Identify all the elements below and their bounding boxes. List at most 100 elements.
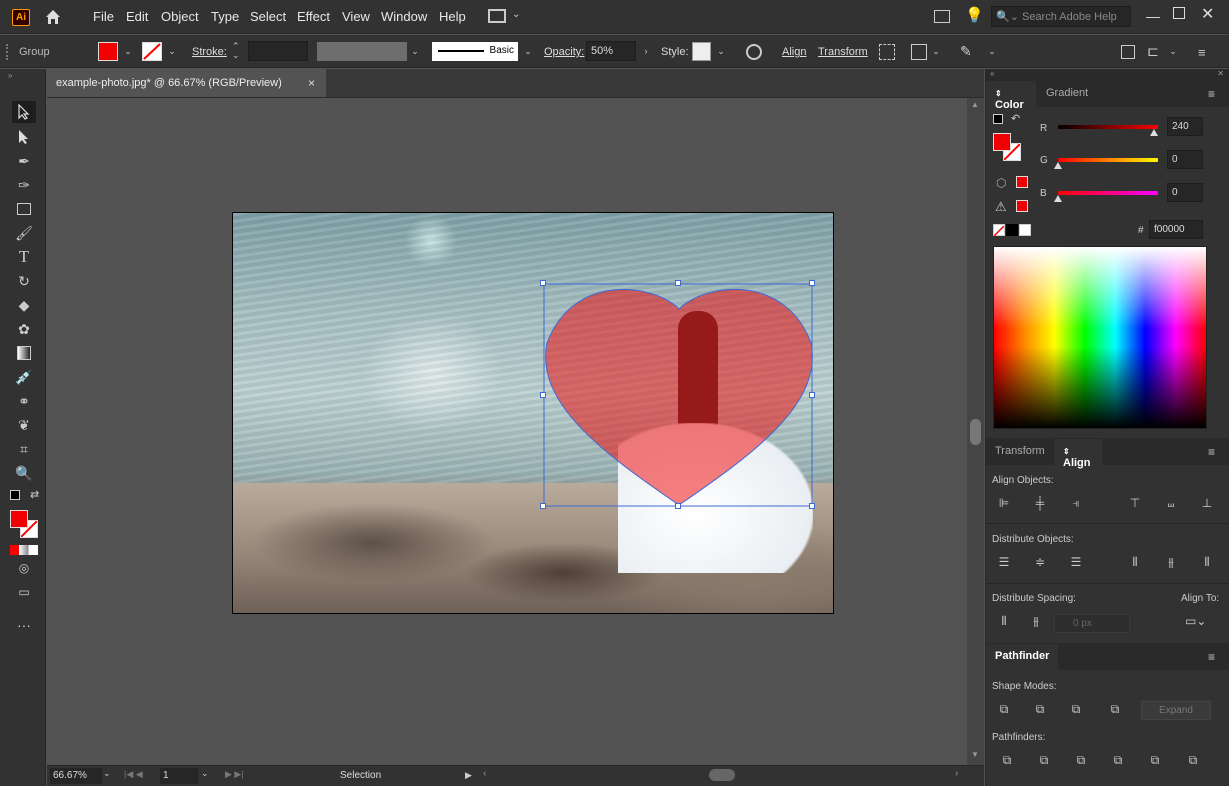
opacity-field[interactable]: 50% (586, 41, 636, 61)
help-search-field[interactable]: 🔍⌄ Search Adobe Help (991, 6, 1131, 27)
divide-icon[interactable]: ⧉ (998, 753, 1016, 771)
bbox-handle[interactable] (540, 392, 546, 398)
swap-fill-stroke-icon[interactable]: ↶ (1011, 112, 1020, 125)
fill-color-icon[interactable] (10, 510, 28, 528)
gradient-tool-icon[interactable] (12, 342, 36, 364)
bbox-handle[interactable] (809, 503, 815, 509)
artboard-number-field[interactable]: 1 (160, 768, 198, 784)
fill-swatch[interactable] (98, 42, 118, 61)
bbox-handle[interactable] (675, 280, 681, 286)
menu-help[interactable]: Help (439, 9, 466, 24)
selection-tool-icon[interactable] (12, 101, 36, 123)
tab-align[interactable]: ⇕ Align (1054, 439, 1102, 469)
black-swatch[interactable] (1006, 224, 1018, 236)
lightbulb-icon[interactable]: 💡 (965, 6, 984, 24)
none-color-swatch[interactable] (993, 224, 1005, 237)
close-button[interactable]: ✕ (1201, 4, 1214, 24)
isolate-icon[interactable] (879, 44, 895, 60)
minus-front-icon[interactable]: ⧉ (1031, 702, 1049, 720)
color-spectrum[interactable] (993, 246, 1207, 429)
r-slider[interactable] (1058, 125, 1158, 129)
status-menu-icon[interactable]: ▶ (465, 770, 472, 781)
exclude-icon[interactable]: ⧉ (1106, 702, 1124, 720)
vertical-scrollbar[interactable]: ▲ ▼ (967, 98, 984, 765)
artboard-photo[interactable] (232, 212, 834, 614)
rectangle-tool-icon[interactable] (12, 198, 36, 220)
chevron-down-icon[interactable]: ⌄ (512, 9, 520, 20)
more-tools-icon[interactable]: ··· (12, 614, 36, 636)
fill-dropdown[interactable]: ⌄ (121, 41, 135, 61)
menu-object[interactable]: Object (161, 9, 199, 24)
transform-each-icon[interactable] (911, 44, 927, 60)
intersect-icon[interactable]: ⧉ (1067, 702, 1085, 720)
pen-tool-icon[interactable]: ✒ (12, 150, 36, 172)
tab-color[interactable]: ⇕ Color (986, 81, 1036, 111)
distribute-horizontal-space-icon[interactable]: ⫵ (1027, 614, 1045, 632)
recolor-icon[interactable] (746, 44, 762, 60)
menu-effect[interactable]: Effect (297, 9, 330, 24)
align-left-icon[interactable]: ⊫ (995, 496, 1013, 514)
style-dropdown[interactable]: ⌄ (714, 41, 728, 61)
minus-back-icon[interactable]: ⧉ (1184, 753, 1202, 771)
menu-select[interactable]: Select (250, 9, 286, 24)
gamut-swatch[interactable] (1016, 200, 1028, 212)
arrange-dropdown[interactable]: ⌄ (1166, 41, 1180, 61)
next-artboard-icon[interactable]: ▶ ▶| (225, 769, 244, 780)
align-vertical-center-icon[interactable]: ⧢ (1162, 496, 1180, 514)
eyedropper-tool-icon[interactable]: 💉 (12, 366, 36, 388)
collapse-toolbar-icon[interactable]: » (8, 71, 12, 80)
expand-button[interactable]: Expand (1141, 701, 1211, 720)
puppet-warp-icon[interactable]: ✎ (960, 43, 972, 60)
brush-field[interactable]: Basic (432, 42, 518, 61)
align-panel-menu-icon[interactable]: ≡ (1208, 445, 1215, 459)
transform-dropdown[interactable]: ⌄ (929, 41, 943, 61)
bbox-handle[interactable] (675, 503, 681, 509)
distribute-left-icon[interactable]: ⫴ (1126, 555, 1144, 573)
transform-link[interactable]: Transform (818, 46, 868, 58)
align-horizontal-center-icon[interactable]: ╪ (1031, 496, 1049, 514)
panel-fill-swatch[interactable] (993, 133, 1011, 151)
screen-mode-icon[interactable]: ▭ (12, 581, 36, 603)
scroll-up-icon[interactable]: ▲ (971, 100, 979, 109)
pathfinder-panel-menu-icon[interactable]: ≡ (1208, 650, 1215, 664)
bbox-handle[interactable] (809, 280, 815, 286)
workspace-switcher-icon[interactable] (488, 9, 506, 23)
home-icon[interactable] (44, 8, 62, 26)
warp-tool-icon[interactable]: ✿ (12, 318, 36, 340)
drawing-mode-icon[interactable]: ◎ (12, 557, 36, 579)
scroll-left-icon[interactable]: ‹ (483, 768, 486, 779)
stroke-swatch[interactable] (142, 42, 162, 61)
g-slider-thumb[interactable] (1054, 162, 1062, 169)
distribute-top-icon[interactable]: ☰ (995, 555, 1013, 573)
blend-tool-icon[interactable]: ⚭ (12, 390, 36, 412)
menu-file[interactable]: File (93, 9, 114, 24)
panel-menu-icon[interactable]: ≡ (1198, 45, 1206, 60)
minimize-button[interactable]: — (1146, 8, 1160, 24)
g-slider[interactable] (1058, 158, 1158, 162)
document-tab[interactable]: example-photo.jpg* @ 66.67% (RGB/Preview… (47, 69, 327, 97)
hex-value-field[interactable]: f00000 (1149, 220, 1203, 239)
bbox-handle[interactable] (809, 392, 815, 398)
default-colors-icon[interactable] (10, 490, 20, 500)
menu-type[interactable]: Type (211, 9, 239, 24)
direct-selection-tool-icon[interactable] (12, 126, 36, 148)
b-slider[interactable] (1058, 191, 1158, 195)
merge-icon[interactable]: ⧉ (1072, 753, 1090, 771)
heart-shape[interactable] (543, 283, 815, 509)
align-link[interactable]: Align (782, 46, 806, 58)
spacing-field[interactable]: 0 px (1054, 614, 1130, 633)
rotate-tool-icon[interactable]: ↻ (12, 270, 36, 292)
vertical-scroll-thumb[interactable] (970, 419, 981, 445)
trim-icon[interactable]: ⧉ (1035, 753, 1053, 771)
tab-pathfinder[interactable]: Pathfinder (986, 644, 1059, 670)
distribute-right-icon[interactable]: ⫴ (1198, 555, 1216, 573)
scroll-right-icon[interactable]: › (955, 768, 958, 779)
horizontal-scroll-thumb[interactable] (709, 769, 735, 781)
menu-edit[interactable]: Edit (126, 9, 148, 24)
distribute-bottom-icon[interactable]: ☰ (1067, 555, 1085, 573)
menu-window[interactable]: Window (381, 9, 427, 24)
outline-icon[interactable]: ⧉ (1146, 753, 1164, 771)
warp-dropdown[interactable]: ⌄ (985, 41, 999, 61)
stroke-weight-stepper[interactable]: ⌃ ⌄ (232, 42, 246, 62)
unite-icon[interactable]: ⧉ (995, 702, 1013, 720)
